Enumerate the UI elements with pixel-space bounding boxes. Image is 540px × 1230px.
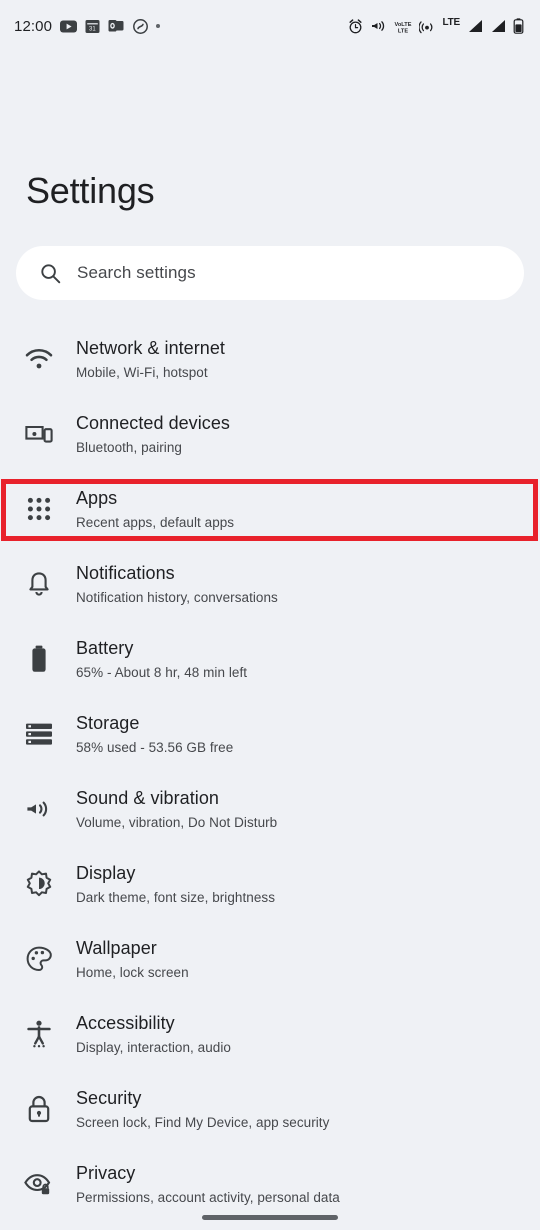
bell-icon: [22, 563, 56, 605]
shazam-icon: [133, 18, 148, 34]
settings-row-network-internet[interactable]: Network & internet Mobile, Wi-Fi, hotspo…: [0, 320, 540, 395]
settings-row-title: Sound & vibration: [76, 788, 219, 808]
settings-row-text: Notifications Notification history, conv…: [76, 560, 278, 607]
settings-row-title: Display: [76, 863, 136, 883]
settings-row-accessibility[interactable]: Accessibility Display, interaction, audi…: [0, 995, 540, 1070]
settings-row-battery[interactable]: Battery 65% - About 8 hr, 48 min left: [0, 620, 540, 695]
connected-devices-icon: [22, 413, 56, 455]
settings-row-subtitle: Recent apps, default apps: [76, 515, 235, 530]
search-placeholder: Search settings: [77, 263, 196, 282]
settings-row-subtitle: Home, lock screen: [76, 965, 189, 980]
settings-row-storage[interactable]: Storage 58% used - 53.56 GB free: [0, 695, 540, 770]
storage-icon: [22, 713, 56, 755]
status-bar-left: 12:00 31: [14, 17, 161, 35]
settings-row-title: Accessibility: [76, 1013, 175, 1033]
youtube-icon: [60, 20, 78, 32]
settings-row-title: Security: [76, 1088, 142, 1108]
search-icon: [41, 263, 61, 283]
battery-icon: [513, 18, 524, 34]
signal-bars-sim2-icon: [492, 20, 505, 32]
settings-row-title: Storage: [76, 713, 140, 733]
settings-row-sound-vibration[interactable]: Sound & vibration Volume, vibration, Do …: [0, 770, 540, 845]
status-clock: 12:00: [14, 17, 53, 35]
settings-row-title: Wallpaper: [76, 938, 157, 958]
svg-text:VoLTE: VoLTE: [395, 22, 412, 28]
settings-row-text: Apps Recent apps, default apps: [76, 485, 234, 532]
svg-text:31: 31: [89, 26, 96, 32]
display-brightness-icon: [22, 863, 56, 905]
svg-text:LTE: LTE: [398, 28, 408, 34]
settings-row-text: Sound & vibration Volume, vibration, Do …: [76, 785, 277, 832]
vibrate-icon: [372, 21, 385, 31]
gesture-nav-handle[interactable]: [202, 1215, 338, 1220]
settings-row-security[interactable]: Security Screen lock, Find My Device, ap…: [0, 1070, 540, 1145]
accessibility-icon: [22, 1013, 56, 1055]
settings-list: Network & internet Mobile, Wi-Fi, hotspo…: [0, 320, 540, 1220]
settings-row-text: Security Screen lock, Find My Device, ap…: [76, 1085, 329, 1132]
settings-row-subtitle: Volume, vibration, Do Not Disturb: [76, 815, 278, 830]
volte-icon: VoLTE LTE: [395, 22, 412, 34]
settings-row-text: Privacy Permissions, account activity, p…: [76, 1160, 340, 1207]
alarm-icon: [349, 18, 363, 33]
search-input[interactable]: Search settings: [16, 246, 524, 300]
apps-grid-icon: [22, 488, 56, 530]
settings-row-text: Battery 65% - About 8 hr, 48 min left: [76, 635, 247, 682]
outlook-icon: [108, 20, 124, 32]
settings-row-title: Notifications: [76, 563, 175, 583]
settings-row-subtitle: Mobile, Wi-Fi, hotspot: [76, 365, 208, 380]
sound-icon: [22, 788, 56, 830]
settings-row-wallpaper[interactable]: Wallpaper Home, lock screen: [0, 920, 540, 995]
calendar-notification-icon: 31: [85, 19, 100, 33]
lock-icon: [22, 1088, 56, 1130]
page-title: Settings: [26, 170, 155, 211]
lte-label-icon: LTE: [442, 17, 460, 28]
settings-row-display[interactable]: Display Dark theme, font size, brightnes…: [0, 845, 540, 920]
settings-row-subtitle: Bluetooth, pairing: [76, 440, 182, 455]
settings-screen: 12:00 31 VoLTE LTE LTE Settings Search s…: [0, 0, 540, 1230]
settings-row-text: Network & internet Mobile, Wi-Fi, hotspo…: [76, 335, 225, 382]
hotspot-icon: [419, 20, 433, 33]
settings-row-connected-devices[interactable]: Connected devices Bluetooth, pairing: [0, 395, 540, 470]
settings-row-subtitle: 58% used - 53.56 GB free: [76, 740, 234, 755]
battery-icon: [22, 638, 56, 680]
settings-row-text: Storage 58% used - 53.56 GB free: [76, 710, 233, 757]
settings-row-privacy[interactable]: Privacy Permissions, account activity, p…: [0, 1145, 540, 1220]
settings-row-text: Display Dark theme, font size, brightnes…: [76, 860, 275, 907]
settings-row-subtitle: Display, interaction, audio: [76, 1040, 231, 1055]
settings-row-title: Network & internet: [76, 338, 225, 358]
settings-row-text: Accessibility Display, interaction, audi…: [76, 1010, 231, 1057]
settings-row-title: Privacy: [76, 1163, 136, 1183]
settings-row-text: Wallpaper Home, lock screen: [76, 935, 189, 982]
status-bar: 12:00 31 VoLTE LTE LTE: [0, 0, 540, 52]
settings-row-title: Battery: [76, 638, 134, 658]
settings-row-title: Apps: [76, 488, 118, 508]
signal-bars-sim1-icon: [469, 20, 482, 32]
settings-row-notifications[interactable]: Notifications Notification history, conv…: [0, 545, 540, 620]
settings-row-subtitle: Dark theme, font size, brightness: [76, 890, 275, 905]
settings-row-text: Connected devices Bluetooth, pairing: [76, 410, 230, 457]
settings-row-subtitle: 65% - About 8 hr, 48 min left: [76, 665, 248, 680]
wifi-icon: [22, 338, 56, 380]
settings-row-subtitle: Permissions, account activity, personal …: [76, 1190, 340, 1205]
settings-row-title: Connected devices: [76, 413, 230, 433]
wallpaper-palette-icon: [22, 938, 56, 980]
privacy-eye-icon: [22, 1163, 56, 1205]
settings-row-subtitle: Screen lock, Find My Device, app securit…: [76, 1115, 330, 1130]
status-bar-right: VoLTE LTE LTE: [348, 18, 524, 34]
more-notifications-dot-icon: [156, 24, 161, 28]
settings-row-subtitle: Notification history, conversations: [76, 590, 278, 605]
settings-row-apps[interactable]: Apps Recent apps, default apps: [0, 470, 540, 545]
